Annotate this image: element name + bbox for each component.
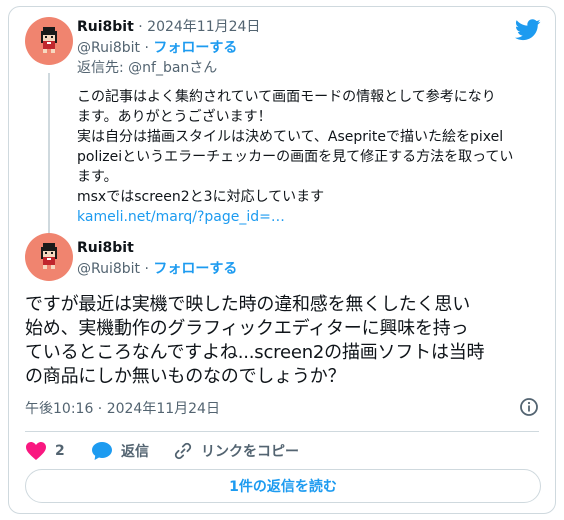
text-line: msxではscreen2と3に対応しています <box>77 189 325 205</box>
tweet-timestamp[interactable]: 午後10:16 · 2024年11月24日 <box>25 398 220 418</box>
author-name[interactable]: Rui8bit <box>77 240 134 256</box>
copy-link-label: リンクをコピー <box>201 444 299 460</box>
avatar[interactable] <box>25 233 73 281</box>
heart-icon <box>26 442 46 460</box>
divider <box>25 431 539 432</box>
text-line: ます。 <box>77 169 118 185</box>
reply-to-label[interactable]: 返信先: @nf_banさん <box>77 59 217 77</box>
copy-link-button[interactable]: リンクをコピー <box>173 439 299 463</box>
author-handle[interactable]: @Rui8bit <box>77 261 140 277</box>
text-line: の商品にしか無いものなのでしょうか？ <box>25 366 346 387</box>
separator: · <box>140 40 154 56</box>
reply-button[interactable]: 返信 <box>91 439 149 463</box>
follow-button[interactable]: フォローする <box>153 261 237 277</box>
thread-line <box>48 73 50 235</box>
speech-bubble-icon <box>92 442 112 460</box>
separator: · <box>140 261 154 277</box>
main-tweet-handle-row: @Rui8bit · フォローする <box>77 259 237 278</box>
reply-tweet-header: Rui8bit · 2024年11月24日 <box>77 17 260 36</box>
text-line: 始め、実機動作のグラフィックエディターに興味を持っ <box>25 318 469 339</box>
avatar[interactable] <box>25 17 73 65</box>
text-line: ているところなんですよね...screen2の描画ソフトは当時 <box>25 342 485 363</box>
twitter-bird-icon[interactable] <box>515 19 541 41</box>
pixel-character-icon <box>41 27 57 53</box>
like-button[interactable]: 2 <box>25 439 65 463</box>
main-tweet-header: Rui8bit <box>77 238 134 257</box>
like-count: 2 <box>55 443 65 459</box>
text-line: ですが最近は実機で映した時の違和感を無くしたく思い <box>25 294 470 315</box>
text-line: 実は自分は描画スタイルは決めていて、Asepriteで描いた絵をpixel <box>77 129 504 145</box>
info-icon[interactable] <box>519 397 539 417</box>
follow-button[interactable]: フォローする <box>153 40 237 56</box>
text-line: この記事はよく集約されていて画面モードの情報として参考になり <box>77 89 496 105</box>
reply-tweet-handle-row: @Rui8bit · フォローする <box>77 38 237 57</box>
reply-label: 返信 <box>121 444 149 460</box>
text-line: polizeiというエラーチェッカーの画面を見て修正する方法を取ってい <box>77 149 514 165</box>
author-name[interactable]: Rui8bit <box>77 19 134 35</box>
tweet-embed-card: Rui8bit · 2024年11月24日 @Rui8bit · フォローする … <box>8 6 556 514</box>
tweet-date[interactable]: 2024年11月24日 <box>147 19 260 35</box>
text-line: ます。ありがとうございます！ <box>77 109 272 125</box>
reply-tweet-text: この記事はよく集約されていて画面モードの情報として参考になり ます。ありがとうご… <box>77 87 547 227</box>
external-link[interactable]: kameli.net/marq/?page_id=… <box>77 209 285 225</box>
author-handle[interactable]: @Rui8bit <box>77 40 140 56</box>
read-replies-button[interactable]: 1件の返信を読む <box>25 469 541 503</box>
link-icon <box>174 442 192 460</box>
pixel-character-icon <box>41 243 57 269</box>
separator: · <box>133 19 148 35</box>
main-tweet-text: ですが最近は実機で映した時の違和感を無くしたく思い 始め、実機動作のグラフィック… <box>25 293 545 389</box>
